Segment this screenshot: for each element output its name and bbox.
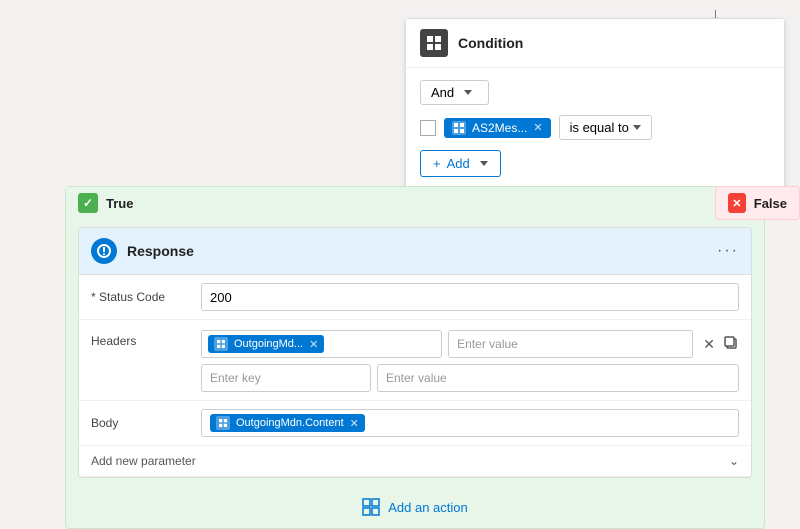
condition-header: Condition <box>406 19 784 68</box>
false-branch-header: ✕ False <box>728 193 787 213</box>
add-chevron-icon <box>480 161 488 166</box>
enter-key-placeholder: Enter key <box>210 371 261 385</box>
response-title: Response <box>127 243 717 259</box>
body-label: Body <box>91 416 201 430</box>
condition-title: Condition <box>458 35 523 51</box>
as2-chip-close[interactable]: ✕ <box>533 121 542 134</box>
response-body: * Status Code Headers <box>79 275 751 477</box>
copy-svg-icon <box>723 335 739 351</box>
response-card: Response ··· * Status Code Headers <box>78 227 752 478</box>
false-x-icon: ✕ <box>728 193 746 213</box>
add-action-label: Add an action <box>388 500 468 515</box>
and-label: And <box>431 85 454 100</box>
add-param-label: Add new parameter <box>91 454 729 468</box>
add-param-row[interactable]: Add new parameter ⌄ <box>79 446 751 477</box>
as2-chip[interactable]: AS2Mes... ✕ <box>444 118 551 138</box>
enter-value-placeholder-2: Enter value <box>386 371 447 385</box>
add-button[interactable]: + Add <box>420 150 501 177</box>
headers-field: OutgoingMd... ✕ Enter value ✕ <box>201 330 739 392</box>
condition-body: And AS2Mes... ✕ is equal to <box>406 68 784 189</box>
status-code-input[interactable] <box>201 283 739 311</box>
as2-chip-label: AS2Mes... <box>472 121 527 135</box>
body-chip-label: OutgoingMdn.Content <box>236 417 344 429</box>
outgoing-chip-svg <box>217 340 225 348</box>
header-row-1: OutgoingMd... ✕ Enter value ✕ <box>201 330 739 358</box>
headers-row: Headers <box>79 320 751 401</box>
header-value-input-1[interactable]: Enter value <box>448 330 693 358</box>
condition-icon <box>420 29 448 57</box>
response-header: Response ··· <box>79 228 751 275</box>
true-check-icon: ✓ <box>78 193 98 213</box>
and-dropdown[interactable]: And <box>420 80 489 105</box>
body-chip[interactable]: OutgoingMdn.Content ✕ <box>210 414 365 432</box>
condition-row: AS2Mes... ✕ is equal to <box>420 115 770 140</box>
true-label: True <box>106 196 133 211</box>
plus-icon: + <box>433 156 441 171</box>
headers-label: Headers <box>91 330 201 348</box>
add-button-row: + Add <box>420 150 770 177</box>
status-code-label: * Status Code <box>91 290 201 304</box>
body-chip-box[interactable]: OutgoingMdn.Content ✕ <box>201 409 739 437</box>
true-branch-header: ✓ True <box>66 187 764 219</box>
add-action-icon <box>362 498 380 516</box>
outgoing-header-chip-label: OutgoingMd... <box>234 338 303 350</box>
chip-grid-svg <box>454 123 464 133</box>
chip-grid-icon <box>452 121 466 135</box>
response-icon <box>91 238 117 264</box>
is-equal-dropdown[interactable]: is equal to <box>559 115 652 140</box>
false-label: False <box>754 196 787 211</box>
enter-value-placeholder: Enter value <box>457 337 518 351</box>
outgoing-header-chip-close[interactable]: ✕ <box>309 338 318 351</box>
add-action-button[interactable]: Add an action <box>362 498 468 516</box>
header-value-input-2[interactable]: Enter value <box>377 364 739 392</box>
condition-svg-icon <box>426 35 442 51</box>
condition-checkbox[interactable] <box>420 120 436 136</box>
body-row: Body OutgoingMdn.Content ✕ <box>79 401 751 446</box>
body-chip-close[interactable]: ✕ <box>350 417 359 430</box>
status-code-row: * Status Code <box>79 275 751 320</box>
delete-header-icon[interactable]: ✕ <box>703 336 715 353</box>
is-equal-chevron-icon <box>633 125 641 130</box>
add-label: Add <box>447 156 470 171</box>
is-equal-label: is equal to <box>570 120 629 135</box>
body-chip-svg <box>219 419 227 427</box>
header-key-chip-box[interactable]: OutgoingMd... ✕ <box>201 330 442 358</box>
body-chip-icon <box>216 416 230 430</box>
condition-card: Condition And AS2Mes... ✕ <box>405 18 785 190</box>
and-chevron-icon <box>464 90 472 95</box>
outgoing-chip-icon <box>214 337 228 351</box>
add-param-chevron-icon: ⌄ <box>729 454 739 468</box>
response-svg-icon <box>96 243 112 259</box>
add-action-area: Add an action <box>66 486 764 528</box>
false-branch: ✕ False <box>715 186 800 220</box>
true-branch: ✓ True Response ··· * Status Code <box>65 186 765 529</box>
header-key-input-2[interactable]: Enter key <box>201 364 371 392</box>
response-menu-button[interactable]: ··· <box>717 242 739 260</box>
copy-header-icon[interactable] <box>723 335 739 354</box>
outgoing-header-chip[interactable]: OutgoingMd... ✕ <box>208 335 324 353</box>
header-row-2: Enter key Enter value <box>201 364 739 392</box>
